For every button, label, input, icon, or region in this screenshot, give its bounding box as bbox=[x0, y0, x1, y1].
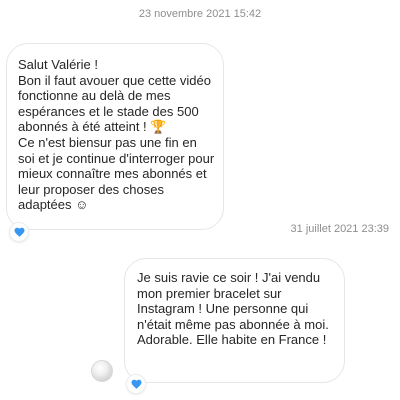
heart-reaction[interactable] bbox=[126, 374, 146, 394]
message-timestamp: 23 novembre 2021 15:42 bbox=[138, 8, 262, 20]
heart-reaction[interactable] bbox=[9, 222, 29, 242]
heart-icon bbox=[131, 379, 141, 389]
heart-icon bbox=[14, 227, 24, 237]
message-timestamp: 31 juillet 2021 23:39 bbox=[290, 223, 389, 235]
message-bubble[interactable]: Je suis ravie ce soir ! J'ai vendu mon p… bbox=[124, 258, 345, 383]
avatar[interactable] bbox=[91, 360, 113, 382]
received-message-bubble[interactable]: Salut Valérie ! Bon il faut avouer que c… bbox=[6, 43, 224, 230]
